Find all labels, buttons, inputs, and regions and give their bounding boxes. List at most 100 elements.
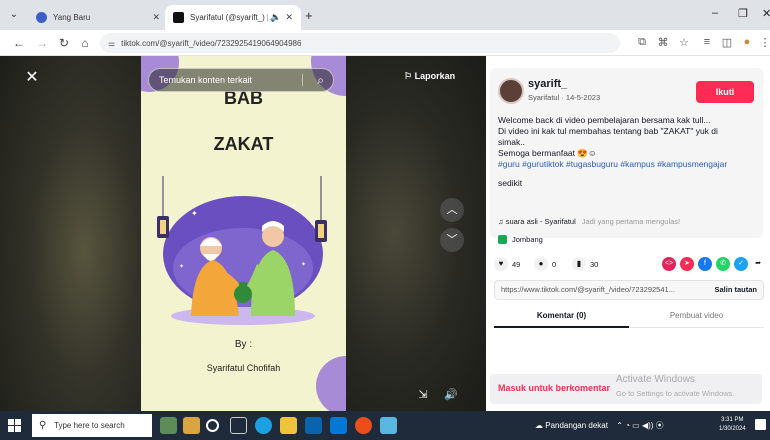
music-link[interactable]: ♫ suara asli - Syarifatul Jadi yang perta… [498, 217, 680, 226]
app-icon[interactable] [380, 417, 397, 434]
author-subline: Syarifatul · 14-5-2023 [528, 93, 601, 102]
next-video-button[interactable]: ﹀ [440, 228, 464, 252]
task-view-icon[interactable] [230, 417, 247, 434]
share-link-text: https://www.tiktok.com/@syarift_/video/7… [501, 285, 675, 294]
weather-text[interactable]: Pandangan dekat [545, 421, 608, 430]
video-blur-background-left [0, 56, 140, 411]
svg-text:✦: ✦ [301, 261, 306, 268]
tray-icons[interactable]: ⌃ ◔ ▭ ◀)) ⦿ [616, 421, 663, 430]
translate-icon[interactable]: ⌘ [656, 36, 670, 49]
store-icon[interactable] [305, 417, 322, 434]
like-button[interactable]: ♥ 49 [494, 257, 520, 271]
audio-playing-icon[interactable]: 🔈 [270, 12, 281, 23]
tab-label: Syarifatul (@syarift_) | TIK [190, 13, 269, 22]
previous-video-button[interactable]: ︿ [440, 198, 464, 222]
description-more: sedikit [498, 178, 523, 188]
video-frame[interactable]: BAB ZAKAT ✦ ✦ ✦ ✦ By: Syarifatul Chofif… [141, 56, 346, 411]
login-to-comment-link[interactable]: Masuk untuk berkomentar [498, 383, 610, 393]
tab-label: Yang Baru [53, 13, 91, 22]
url-text: tiktok.com/@syarift_/video/7232925419064… [121, 38, 302, 48]
twitter-icon[interactable]: ✓ [734, 257, 748, 271]
tab-creator-videos[interactable]: Pembuat video [629, 306, 764, 328]
news-widget-icon[interactable] [183, 417, 200, 434]
copy-link-button[interactable]: Salin tautan [714, 281, 757, 299]
send-icon[interactable]: ➤ [680, 257, 694, 271]
hashtag-links[interactable]: #guru #gurutiktok #tugasbuguru #kampus #… [498, 159, 760, 170]
music-note: Jadi yang pertama mengulas! [581, 217, 681, 226]
location-tag[interactable]: Jombang [498, 235, 543, 244]
edge-icon[interactable] [255, 417, 272, 434]
weather-icon[interactable]: ☁ [535, 421, 543, 430]
close-tab-icon[interactable]: ✕ [152, 12, 160, 23]
avatar[interactable] [498, 78, 524, 104]
search-divider [302, 74, 303, 86]
whatsapp-icon[interactable]: ✆ [716, 257, 730, 271]
back-icon[interactable]: ← [12, 36, 26, 50]
post-description: Welcome back di video pembelajaran bersa… [498, 115, 760, 189]
volume-icon[interactable]: 🔊 [440, 386, 462, 404]
cast-icon[interactable]: ⧉ [635, 36, 649, 49]
news-widget-icon[interactable] [160, 417, 177, 434]
activate-windows-subtext: Go to Settings to activate Windows. [616, 389, 735, 398]
poster-author: Syarifatul Chofifah [206, 363, 281, 373]
profile-avatar-icon[interactable]: ● [740, 36, 754, 48]
maximize-icon[interactable]: ❐ [738, 7, 748, 20]
video-player[interactable]: BAB ZAKAT ✦ ✦ ✦ ✦ By: Syarifatul Chofif… [0, 56, 486, 411]
tab-search-icon[interactable]: ⌄ [8, 9, 20, 21]
browser-menu-icon[interactable]: ⋮ [758, 36, 770, 49]
comment-count: 0 [552, 259, 557, 269]
notifications-icon[interactable] [755, 419, 766, 430]
close-tab-icon[interactable]: ✕ [285, 12, 293, 23]
forward-icon[interactable]: → [35, 36, 49, 50]
author-username[interactable]: syarift_ [528, 78, 567, 90]
tab-comments[interactable]: Komentar (0) [494, 306, 629, 328]
poster-title-zakat: ZAKAT [213, 134, 274, 154]
windows-start-icon[interactable] [8, 419, 22, 433]
windows-taskbar: ⚲ Type here to search ☁ Pandangan dekat … [0, 411, 770, 440]
video-blur-background-right [345, 56, 486, 411]
svg-text:✦: ✦ [179, 263, 184, 270]
like-count: 49 [512, 259, 521, 269]
svg-text:✦: ✦ [291, 202, 297, 210]
facebook-icon[interactable]: f [698, 257, 712, 271]
site-info-icon[interactable]: ⚌ [108, 39, 115, 48]
search-icon[interactable]: ⌕ [317, 69, 324, 91]
report-button[interactable]: ⚐ Laporkan [404, 71, 455, 82]
reload-icon[interactable]: ↻ [57, 36, 71, 50]
clock-date: 1/30/2024 [719, 426, 746, 432]
location-label: Jombang [512, 235, 543, 244]
mail-icon[interactable] [330, 417, 347, 434]
music-title[interactable]: suara asli - Syarifatul [506, 217, 576, 226]
follow-button[interactable]: Ikuti [696, 81, 754, 103]
comment-icon: ● [534, 257, 548, 271]
url-field[interactable]: ⚌ tiktok.com/@syarift_/video/72329254190… [100, 33, 620, 53]
side-panel-icon[interactable]: ◫ [720, 36, 734, 49]
home-icon[interactable]: ⌂ [78, 36, 92, 50]
minimize-icon[interactable]: – [712, 7, 718, 19]
chrome-icon[interactable] [355, 417, 372, 434]
share-link-field[interactable]: https://www.tiktok.com/@syarift_/video/7… [494, 280, 764, 300]
save-button[interactable]: ▮ 30 [572, 257, 598, 271]
close-window-icon[interactable]: ✕ [762, 7, 770, 20]
svg-text:✦: ✦ [191, 209, 198, 218]
floating-player-icon[interactable]: ⇲ [412, 386, 434, 404]
file-explorer-icon[interactable] [280, 417, 297, 434]
clock[interactable]: 3:31 PM 1/30/2024 [719, 416, 746, 434]
taskbar-search-input[interactable]: ⚲ Type here to search [32, 414, 152, 437]
cortana-icon[interactable] [206, 419, 219, 432]
bookmark-star-icon[interactable]: ☆ [677, 36, 691, 49]
description-line: Welcome back di video pembelajaran bersa… [498, 115, 711, 125]
new-tab-button[interactable]: + [305, 8, 313, 23]
close-video-icon[interactable]: ✕ [22, 68, 42, 88]
share-more-icon[interactable]: ➦ [751, 257, 765, 271]
reading-list-icon[interactable]: ≡ [700, 36, 714, 48]
embed-icon[interactable]: <> [662, 257, 676, 271]
comment-button[interactable]: ● 0 [534, 257, 556, 271]
location-icon [498, 235, 507, 244]
bookmark-icon: ▮ [572, 257, 586, 271]
clock-time: 3:31 PM [721, 417, 744, 423]
browser-tab-tiktok[interactable]: Syarifatul (@syarift_) | TIK 🔈 ✕ [165, 5, 301, 30]
description-line: simak.. [498, 137, 525, 147]
related-search-input[interactable]: Temukan konten terkait ⌕ [148, 68, 334, 92]
browser-tab-new[interactable]: Yang Baru ✕ [28, 5, 168, 30]
